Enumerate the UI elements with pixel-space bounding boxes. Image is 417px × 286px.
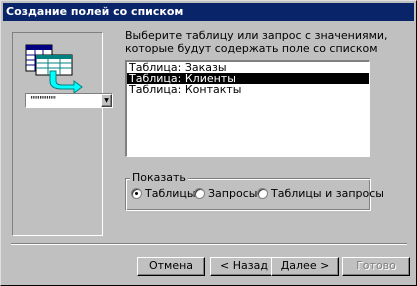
radio-dot[interactable] <box>257 188 268 199</box>
combo-preview-value: """"""" <box>30 95 56 106</box>
separator <box>11 243 407 245</box>
show-group-label: Показать <box>130 171 188 184</box>
next-button[interactable]: Далее > <box>271 257 339 276</box>
back-button[interactable]: < Назад <box>210 257 278 276</box>
source-listbox[interactable]: Таблица: Заказы Таблица: Клиенты Таблица… <box>125 60 370 157</box>
radio-both[interactable]: Таблицы и запросы <box>257 187 384 200</box>
radio-both-label: Таблицы и запросы <box>271 187 384 200</box>
radio-tables[interactable]: Таблицы <box>131 187 196 200</box>
radio-queries-label: Запросы <box>208 187 258 200</box>
cancel-button[interactable]: Отмена <box>137 257 205 276</box>
chevron-down-icon: ▼ <box>101 94 112 107</box>
wizard-window: Создание полей со списком """"""" ▼ Выбе… <box>0 0 417 286</box>
list-item[interactable]: Таблица: Контакты <box>127 84 369 95</box>
radio-dot[interactable] <box>131 188 142 199</box>
wizard-illustration: """"""" ▼ <box>12 32 113 236</box>
radio-queries[interactable]: Запросы <box>194 187 257 200</box>
instruction-text: Выберите таблицу или запрос с значениями… <box>125 29 388 55</box>
radio-dot[interactable] <box>194 188 205 199</box>
table-icon <box>25 44 83 93</box>
window-title: Создание полей со списком <box>3 3 414 21</box>
radio-tables-label: Таблицы <box>145 187 196 200</box>
combo-preview: """"""" ▼ <box>25 93 113 108</box>
finish-button[interactable]: Готово <box>342 257 410 276</box>
